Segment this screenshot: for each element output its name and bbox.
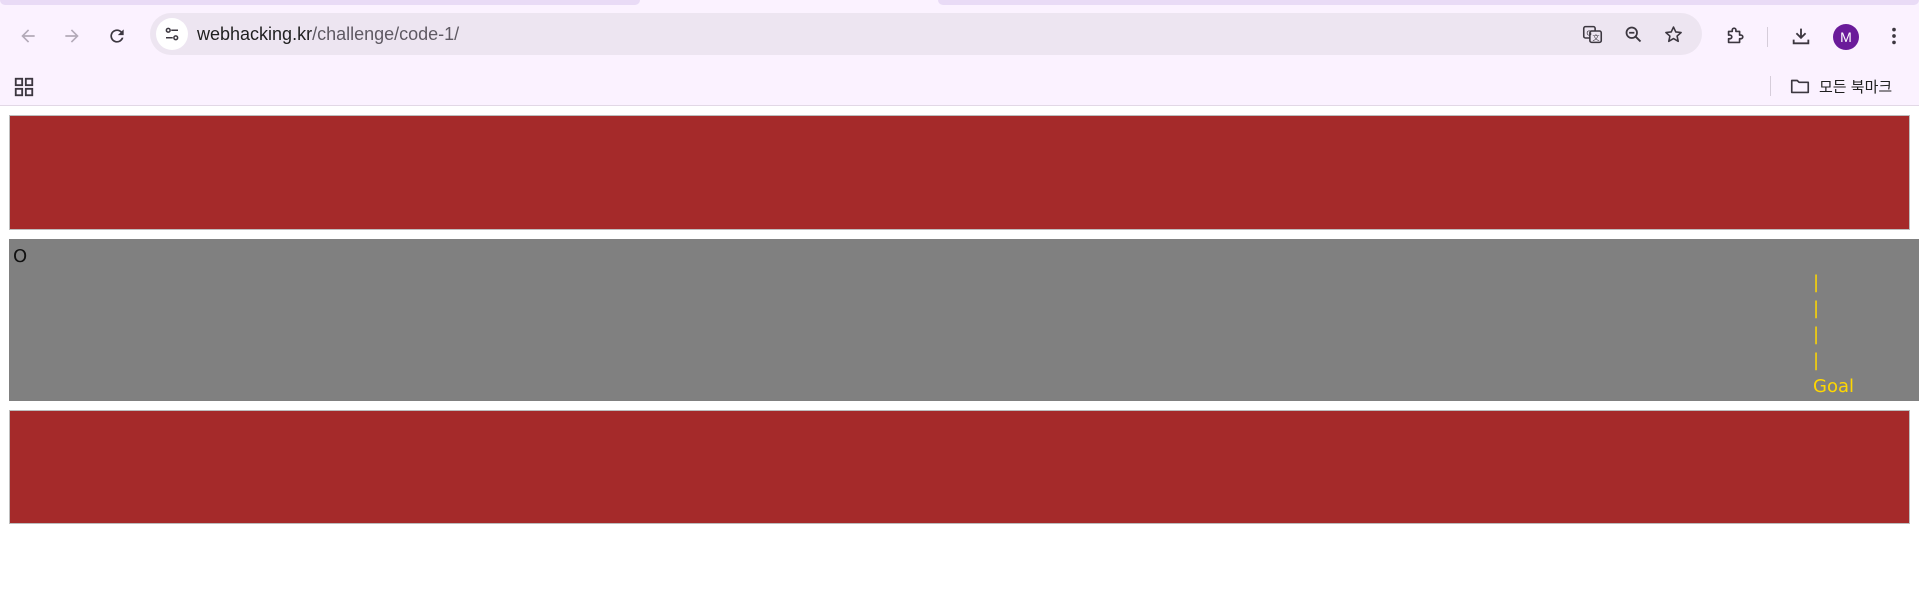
zoom-button[interactable] [1618,19,1648,49]
svg-text:G: G [1586,29,1591,37]
all-bookmarks-label: 모든 북마크 [1819,78,1893,96]
bottom-wall [9,410,1910,524]
all-bookmarks-button[interactable]: 모든 북마크 [1789,71,1892,101]
forward-arrow-icon [65,29,79,43]
goal-line: | [1813,298,1820,319]
apps-grid-icon [14,77,34,97]
profile-avatar[interactable]: M [1833,24,1859,50]
address-bar[interactable]: webhacking.kr/challenge/code-1/ G 文 [150,13,1702,55]
url-path: /challenge/code-1/ [312,24,460,44]
back-button[interactable] [11,19,45,53]
reload-icon [110,29,124,43]
svg-text:文: 文 [1592,33,1599,42]
folder-icon [1790,79,1810,94]
browser-menu-button[interactable] [1877,19,1911,53]
goal-line: | [1813,350,1820,371]
star-icon [1664,25,1682,42]
bookmark-star-button[interactable] [1658,19,1688,49]
kebab-menu-icon [1892,27,1896,45]
bookmark-bar: 모든 북마크 [0,67,1919,106]
goal-label: Goal [1813,376,1854,397]
goal-line: | [1813,324,1820,345]
forward-button[interactable] [55,19,89,53]
top-wall [9,115,1910,230]
reload-button[interactable] [100,19,134,53]
toolbar-separator [1767,27,1768,47]
site-info-button[interactable] [156,18,188,50]
translate-button[interactable]: G 文 [1577,19,1607,49]
goal-marker: | | | | Goal [1813,270,1854,400]
extensions-button[interactable] [1718,19,1752,53]
puzzle-icon [1727,27,1744,44]
player-marker[interactable]: O [13,246,27,267]
downloads-button[interactable] [1784,19,1818,53]
bookmark-separator [1770,76,1771,96]
browser-toolbar: webhacking.kr/challenge/code-1/ G 文 M [0,5,1919,67]
game-track: O | | | | Goal [9,239,1919,401]
goal-line: | [1813,272,1820,293]
tune-icon [165,27,179,41]
url-host: webhacking.kr [197,24,313,44]
back-arrow-icon [21,29,35,43]
url-text[interactable]: webhacking.kr/challenge/code-1/ [197,13,459,55]
zoom-out-icon [1625,26,1641,42]
download-icon [1792,28,1810,45]
translate-icon: G 文 [1582,25,1602,43]
apps-button[interactable] [12,75,36,99]
